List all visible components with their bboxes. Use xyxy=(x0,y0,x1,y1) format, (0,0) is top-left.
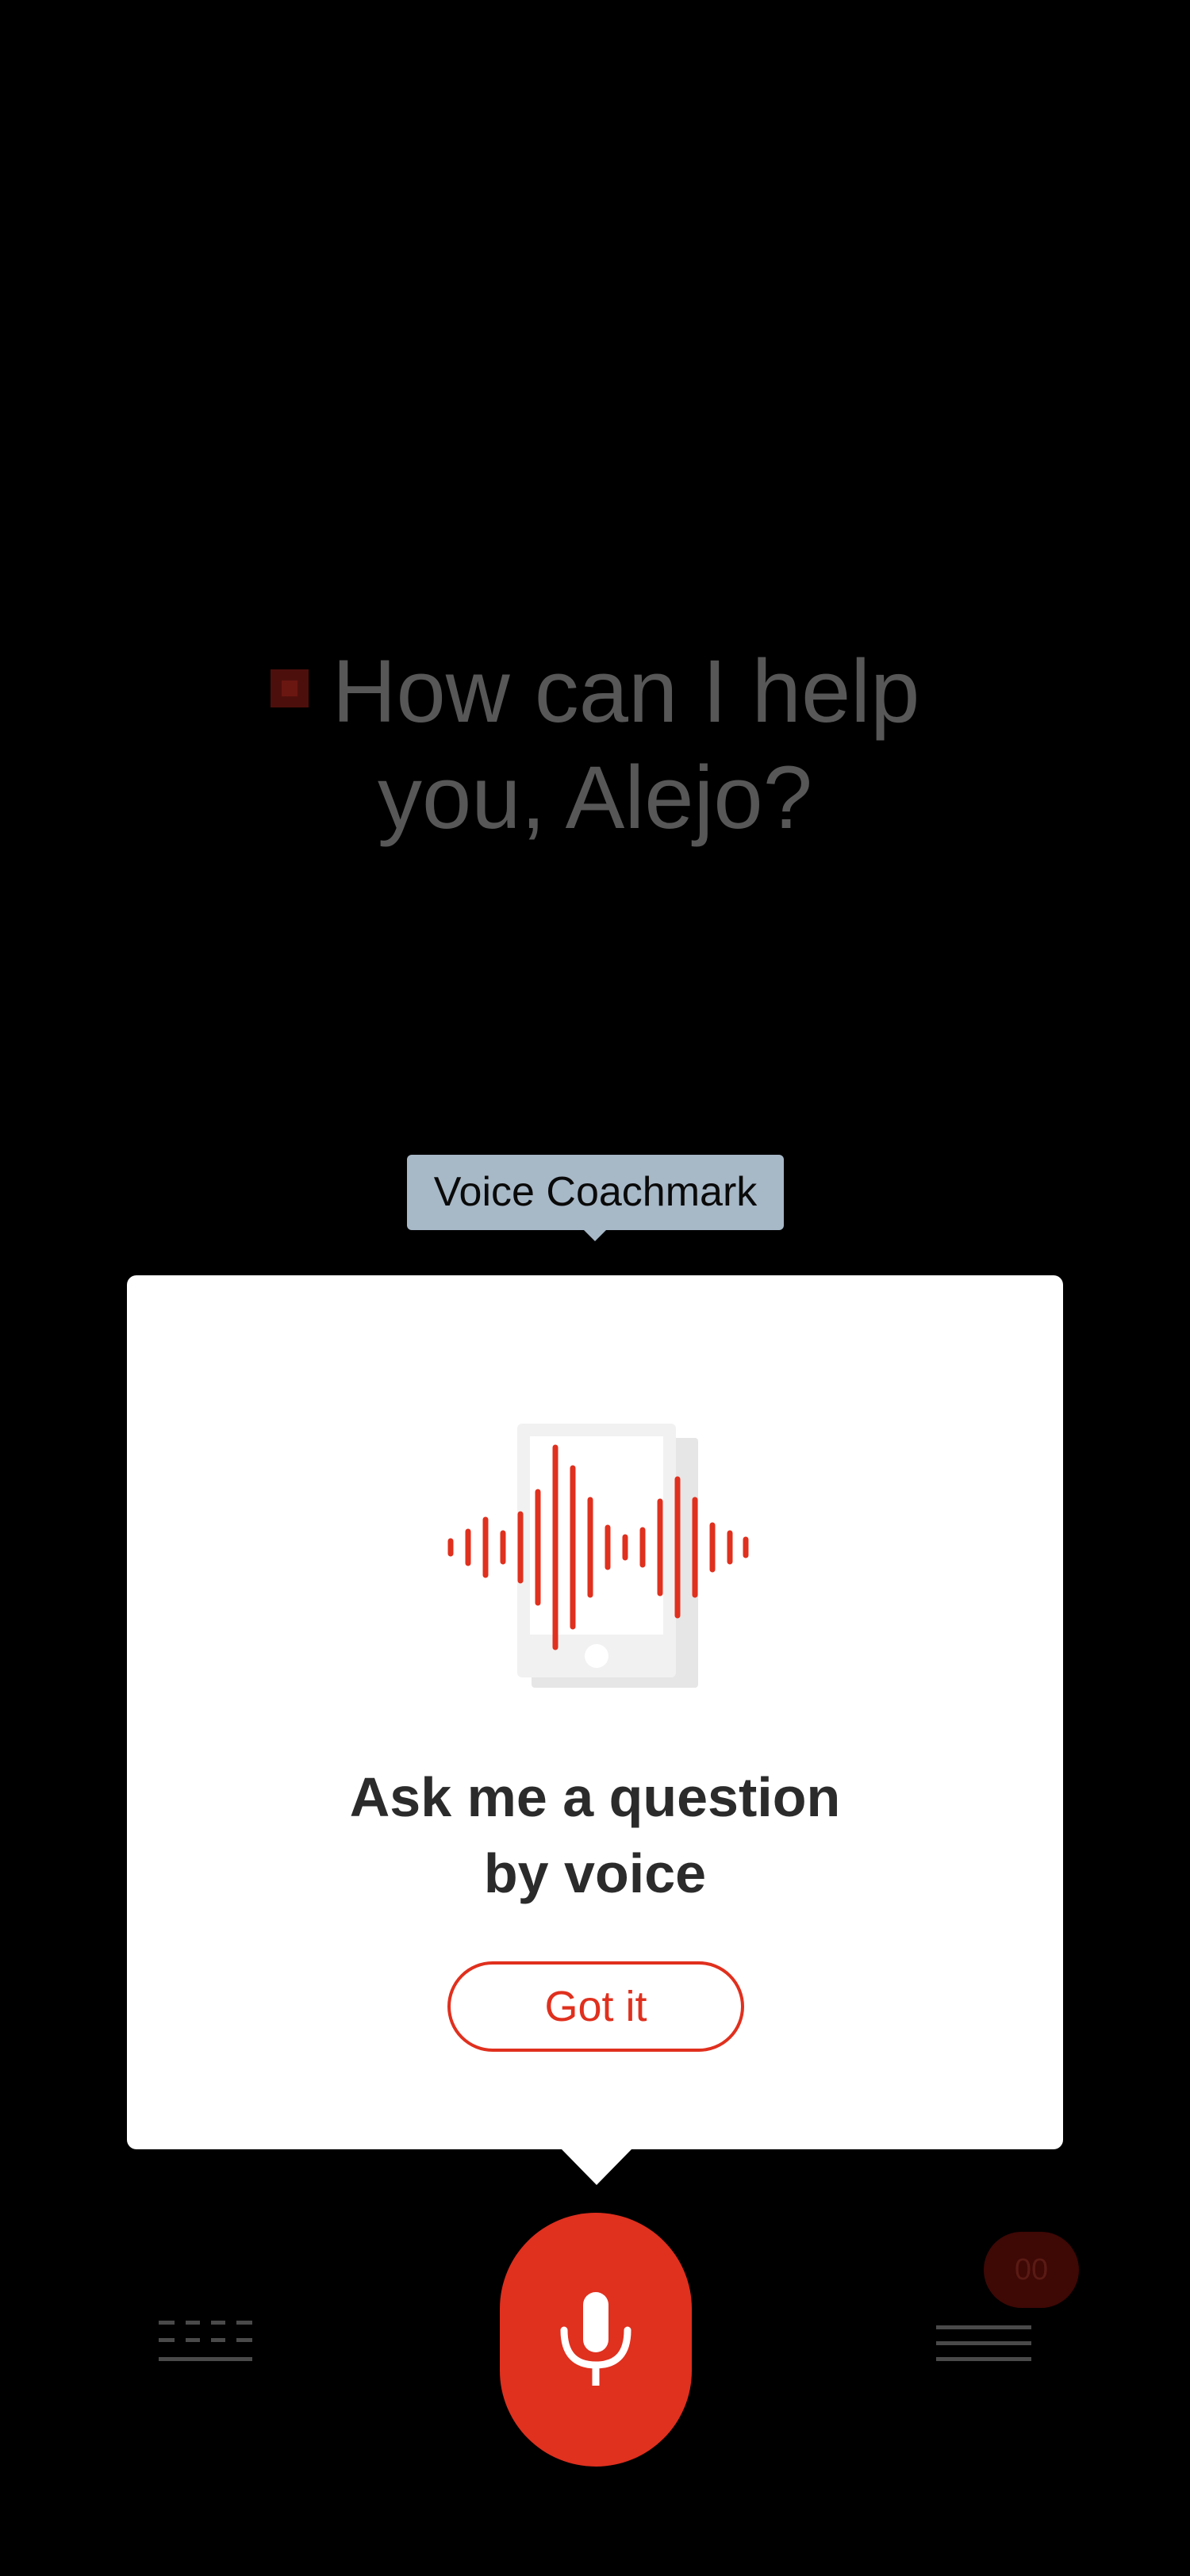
coachmark-title-line-2: by voice xyxy=(483,1842,707,1904)
menu-icon[interactable] xyxy=(935,2324,1033,2363)
greeting-marker-icon xyxy=(270,669,309,708)
coachmark-pointer xyxy=(561,2149,632,2185)
coachmark-label-arrow xyxy=(584,1230,606,1241)
microphone-button[interactable] xyxy=(500,2213,692,2467)
coachmark-title: Ask me a question by voice xyxy=(127,1759,1063,1911)
voice-assistant-screen: How can I help you, Alejo? Voice Coachma… xyxy=(0,0,1190,2576)
greeting-text: How can I help you, Alejo? xyxy=(0,638,1190,851)
got-it-button[interactable]: Got it xyxy=(447,1961,744,2052)
keyboard-icon[interactable] xyxy=(157,2319,255,2365)
greeting-line-2: you, Alejo? xyxy=(378,748,812,847)
greeting-line-1: How can I help xyxy=(332,642,920,741)
microphone-icon xyxy=(560,2292,631,2386)
notification-badge[interactable]: 00 xyxy=(984,2232,1079,2308)
coachmark-title-line-1: Ask me a question xyxy=(349,1766,841,1828)
phone-soundwave-illustration-icon xyxy=(447,1424,749,1688)
coachmark-label: Voice Coachmark xyxy=(407,1155,784,1230)
coachmark-card: Ask me a question by voice Got it xyxy=(127,1275,1063,2149)
